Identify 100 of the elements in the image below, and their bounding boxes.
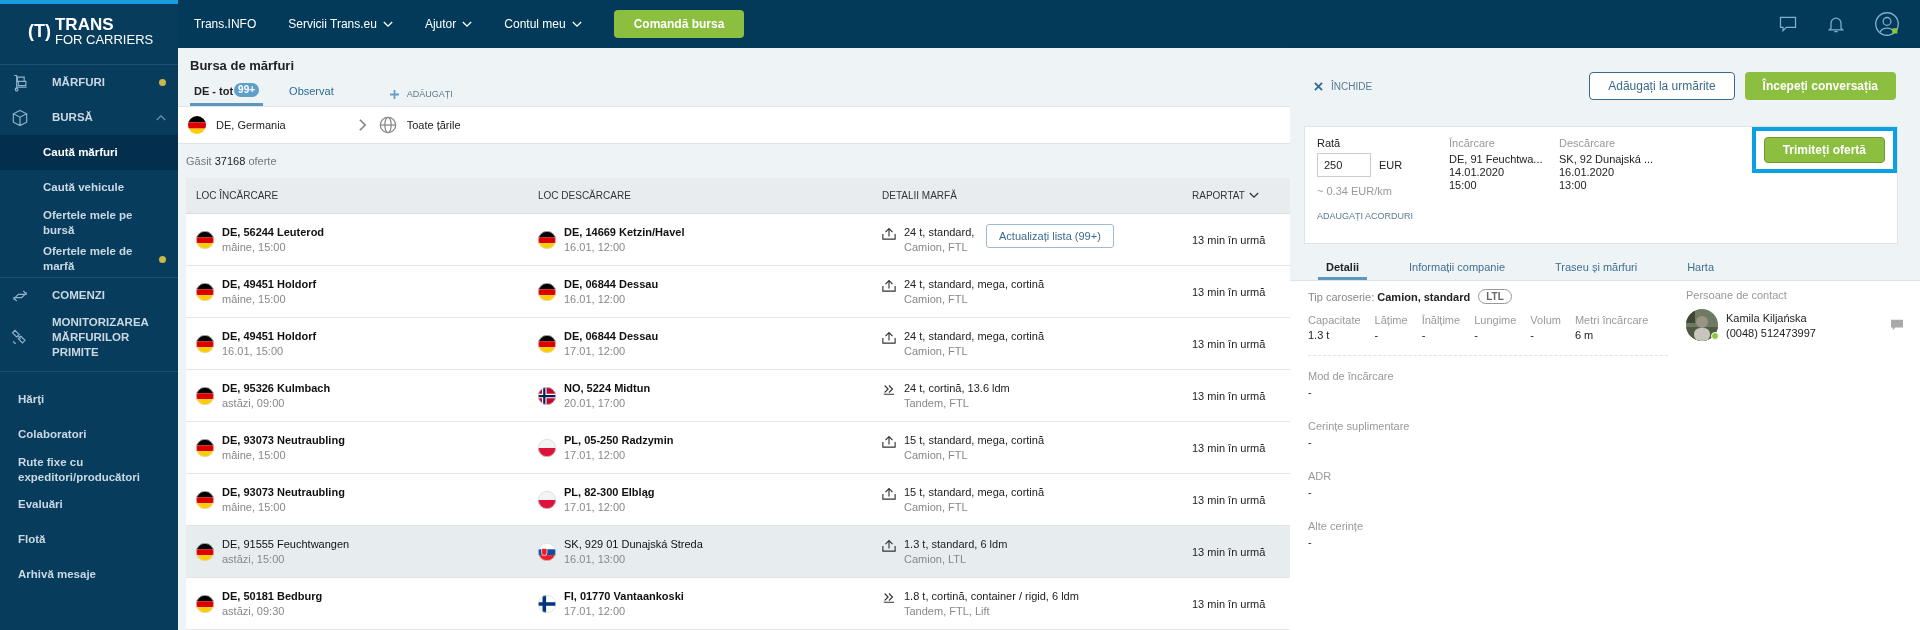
offer-row[interactable]: DE, 93073 Neutraubling mâine, 15:00 PL, 05-250 Radzymin 17.01, 12:00 15 t, standard, mega, cortină Camion, FTL 13 min în urmă xyxy=(186,422,1290,474)
place-name: DE, 06844 Dessau xyxy=(564,330,659,342)
refresh-list-tooltip[interactable]: Actualizați lista (99+) xyxy=(986,224,1114,248)
place-name: DE, 95326 Kulmbach xyxy=(222,382,331,394)
contact-name: Kamila Kiljańska xyxy=(1726,311,1808,324)
reported-time: 13 min în urmă xyxy=(1192,233,1266,246)
nav-menu-item[interactable]: Trans.INFO xyxy=(194,17,257,31)
sidebar-link[interactable]: Evaluări xyxy=(0,487,178,522)
body-type-text: Tip caroserie: Camion, standard xyxy=(1308,290,1471,303)
cargo-details: 1.3 t, standard, 6 ldm xyxy=(904,538,1008,550)
sidebar-item[interactable]: Ofertele mele de marfă xyxy=(0,241,178,277)
rate-input[interactable]: 250 xyxy=(1317,153,1371,177)
date-text: astăzi, 09:00 xyxy=(222,397,286,409)
upload-icon xyxy=(882,537,896,552)
tab[interactable]: Observat xyxy=(285,83,338,106)
cargo-details: 24 t, cortină, 13.6 ldm xyxy=(904,382,1010,394)
cargo-details: 1.8 t, cortină, container / rigid, 6 ldm xyxy=(904,590,1079,602)
offer-row[interactable]: DE, 49451 Holdorf 16.01, 15:00 DE, 06844 Dessau 17.01, 12:00 24 t, standard, mega, cortină Camion, FTL 13 min în urmă xyxy=(186,318,1290,370)
date-text: 20.01, 17:00 xyxy=(564,397,627,409)
spec-value: - xyxy=(1421,329,1427,341)
stop-label: Descărcare xyxy=(1559,137,1617,149)
origin-filter[interactable]: DE, Germania xyxy=(188,116,286,134)
tab[interactable]: Traseu și mărfuri xyxy=(1547,261,1646,280)
date-text: mâine, 15:00 xyxy=(222,449,287,461)
place-name: DE, 49451 Holdorf xyxy=(222,278,317,290)
place-name: DE, 14669 Ketzin/Havel xyxy=(564,226,685,238)
date-text: 16.01, 12:00 xyxy=(564,293,627,305)
place-name: DE, 50181 Bedburg xyxy=(222,590,323,602)
field-value: - xyxy=(1308,386,1313,398)
destination-filter[interactable]: Toate țările xyxy=(378,116,461,134)
close-icon xyxy=(1314,81,1323,91)
column-header[interactable]: RAPORTAT xyxy=(1182,190,1290,201)
nav-menu-item[interactable]: Ajutor xyxy=(424,17,473,31)
upload-icon xyxy=(882,329,896,344)
tab[interactable]: Harta xyxy=(1679,261,1723,280)
box-icon xyxy=(10,107,30,128)
spec-value: 6 m xyxy=(1574,329,1595,341)
page-title: Bursa de mărfuri xyxy=(190,58,296,73)
field-value: - xyxy=(1308,436,1313,448)
results-count: Găsit 37168 oferte xyxy=(185,154,278,169)
date-text: mâine, 15:00 xyxy=(222,293,287,305)
field-label: ADR xyxy=(1308,470,1333,482)
watch-button[interactable]: Adăugați la urmărite xyxy=(1589,72,1735,100)
contact-phone: (0048) 512473997 xyxy=(1726,326,1817,339)
offer-row[interactable]: DE, 50181 Bedburg astăzi, 09:30 FI, 01770 Vantaankoski 17.01, 12:00 1.8 t, cortină, container / rigid, 6 ldm Tandem, FTL, Lift 13 min în urmă xyxy=(186,578,1290,630)
date-text: 17.01, 12:00 xyxy=(564,345,627,357)
add-agreements-link[interactable]: ADAUGAȚI ACORDURI xyxy=(1317,211,1449,221)
place-name: DE, 56244 Leuterod xyxy=(222,226,325,238)
date-text: mâine, 15:00 xyxy=(222,501,287,513)
close-button[interactable]: ÎNCHIDE xyxy=(1314,80,1373,92)
stop-label: Încărcare xyxy=(1449,137,1496,149)
flag-icon xyxy=(196,594,214,613)
place-name: SK, 929 01 Dunajská Streda xyxy=(564,538,703,550)
date-text: 16.01, 12:00 xyxy=(564,241,627,253)
field-label: Mod de încărcare xyxy=(1308,370,1395,382)
offer-row[interactable]: DE, 49451 Holdorf mâine, 15:00 DE, 06844 Dessau 16.01, 12:00 24 t, standard, mega, cortină Camion, FTL 13 min în urmă xyxy=(186,266,1290,318)
upload-icon xyxy=(882,485,896,500)
spec-value: 1.3 t xyxy=(1308,329,1331,341)
cargo-details: 24 t, standard, xyxy=(904,226,975,238)
rate-per-km: ~ 0.34 EUR/km xyxy=(1317,185,1393,197)
chat-icon[interactable] xyxy=(1778,14,1798,34)
field-value: - xyxy=(1308,536,1313,548)
sidebar-section[interactable]: BURSĂ xyxy=(0,100,178,135)
field-label: Cerințe suplimentare xyxy=(1308,420,1411,432)
stop-date: 14.01.2020 xyxy=(1449,166,1506,178)
sidebar-item[interactable]: Ofertele mele pe bursă xyxy=(0,205,178,241)
reported-time: 13 min în urmă xyxy=(1192,493,1266,506)
flag-icon xyxy=(538,438,556,457)
stop-place: SK, 92 Dunajská ... xyxy=(1559,153,1655,165)
cargo-details: 24 t, standard, mega, cortină xyxy=(904,330,1045,342)
sidebar-section[interactable]: MONITORIZAREA MĂRFURILOR PRIMITE xyxy=(0,313,178,361)
offer-row[interactable]: DE, 95326 Kulmbach astăzi, 09:00 NO, 5224 Midtun 20.01, 17:00 24 t, cortină, 13.6 ldm Tandem, FTL 13 min în urmă xyxy=(186,370,1290,422)
vehicle-type: Camion, FTL xyxy=(904,345,969,357)
sidebar-item[interactable]: Caută vehicule xyxy=(0,170,178,205)
place-name: DE, 91555 Feuchtwangen xyxy=(222,538,350,550)
vehicle-type: Camion, FTL xyxy=(904,501,969,513)
sidebar-link[interactable]: Arhivă mesaje xyxy=(0,557,178,592)
currency-label: EUR xyxy=(1379,159,1403,171)
sort-caret-icon[interactable] xyxy=(1248,192,1259,199)
offer-row[interactable]: DE, 91555 Feuchtwangen astăzi, 15:00 SK, 929 01 Dunajská Streda 16.01, 13:00 1.3 t, standard, 6 ldm Camion, LTL 13 min în urmă xyxy=(186,526,1290,578)
plus-icon xyxy=(389,89,399,99)
sidebar-link[interactable]: Rute fixe cu expeditori/producători xyxy=(0,452,178,487)
add-tab-button[interactable]: ADĂUGAȚI xyxy=(389,89,453,106)
flag-icon xyxy=(196,230,214,249)
upload-icon xyxy=(882,277,896,292)
user-avatar-icon[interactable] xyxy=(1874,11,1900,37)
spec-label: Lungime xyxy=(1474,314,1517,326)
nav-menu-item[interactable]: Servicii Trans.eu xyxy=(288,17,393,31)
tab[interactable]: Informații companie xyxy=(1401,261,1513,280)
spec-label: Metri încărcare xyxy=(1574,314,1649,326)
stop-time: 13:00 xyxy=(1559,179,1588,191)
sidebar-item[interactable]: Caută mărfuri xyxy=(0,135,178,170)
sidebar-link[interactable]: Colaboratori xyxy=(0,417,178,452)
flag-icon xyxy=(538,230,556,249)
reported-time: 13 min în urmă xyxy=(1192,441,1266,454)
nav-menu-item[interactable]: Contul meu xyxy=(504,17,582,31)
sidebar-link[interactable]: Hărţi xyxy=(0,382,178,417)
spec-value: - xyxy=(1474,329,1479,341)
sidebar-link[interactable]: Flotă xyxy=(0,522,178,557)
chevron-right-icon xyxy=(357,118,367,132)
